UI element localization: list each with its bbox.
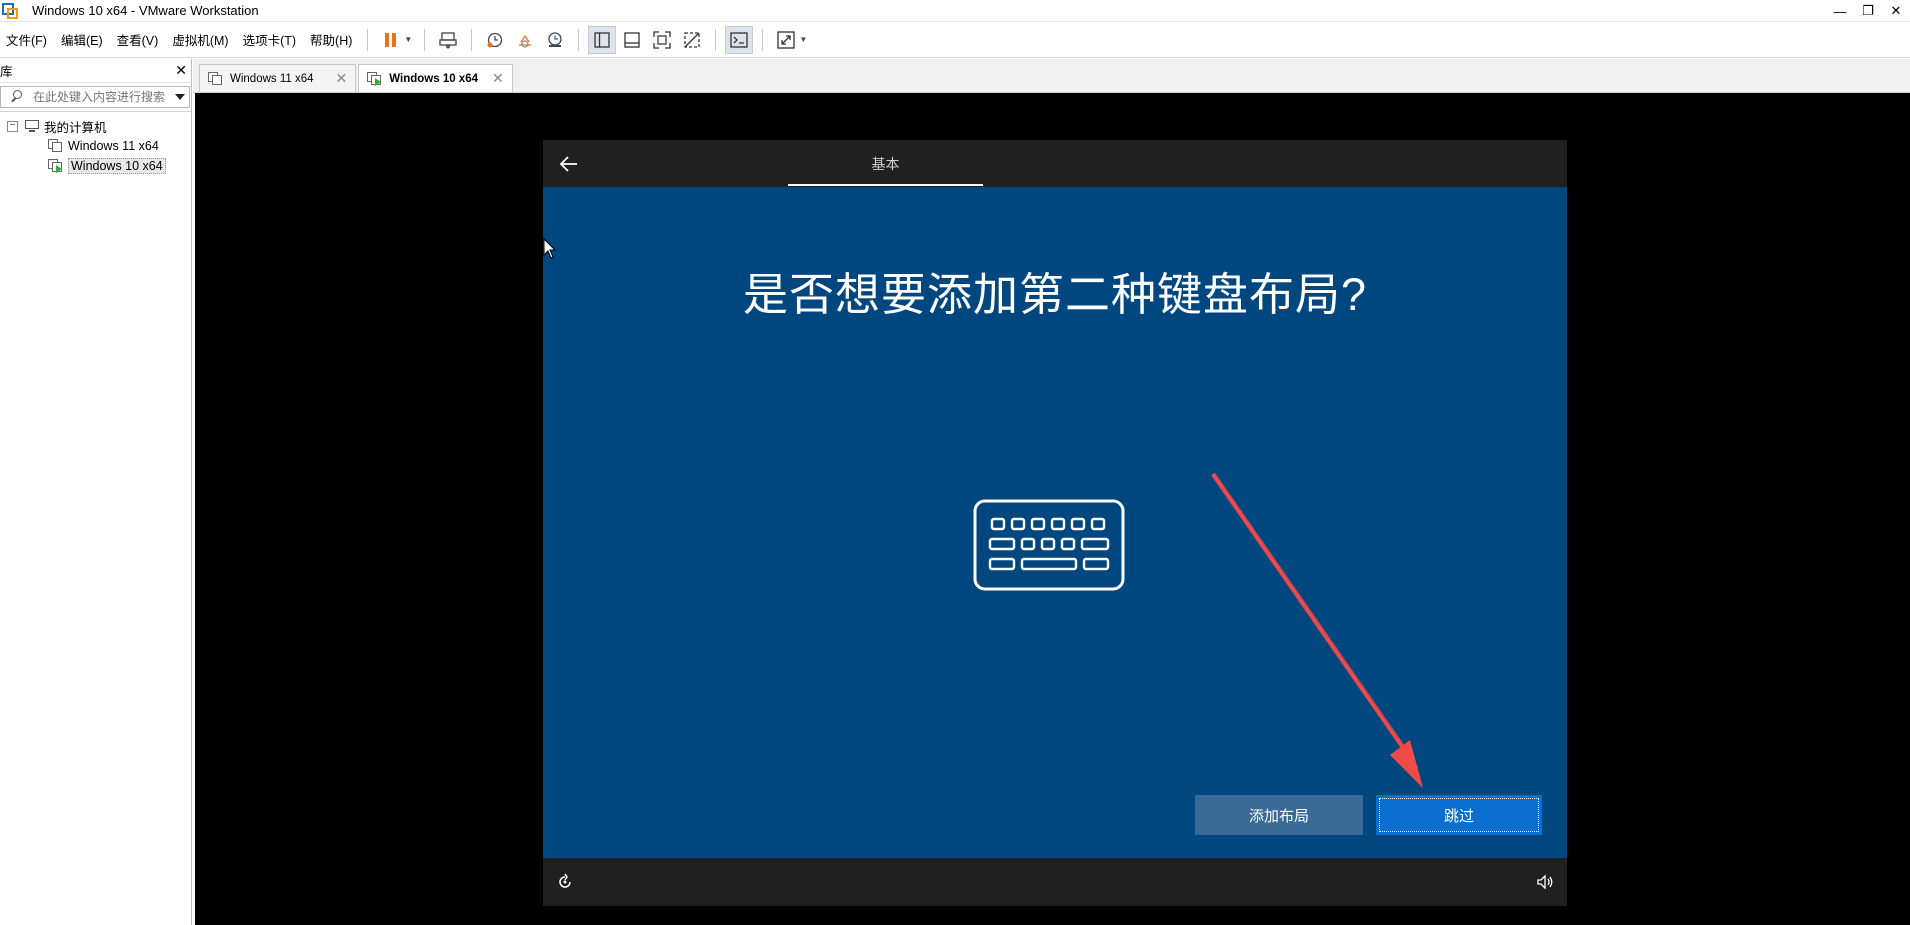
library-header: 库 ✕ bbox=[0, 59, 191, 83]
full-screen-button[interactable] bbox=[648, 26, 676, 54]
add-layout-button[interactable]: 添加布局 bbox=[1195, 795, 1363, 835]
library-panel: 库 ✕ − 我的计算机 Windows 11 x64 Windows 10 x6… bbox=[0, 59, 192, 925]
tree-item-windows-10[interactable]: Windows 10 x64 bbox=[0, 156, 191, 176]
thumbnail-bar-button[interactable] bbox=[618, 26, 646, 54]
vm-running-icon bbox=[367, 71, 383, 86]
library-search-input[interactable] bbox=[33, 90, 173, 104]
maximize-button[interactable]: ❐ bbox=[1854, 0, 1882, 22]
unity-button[interactable] bbox=[678, 26, 706, 54]
windows-setup-screen: 基本 是否想要添加第二种键盘布局? 添加布局 跳过 bbox=[543, 140, 1567, 906]
tree-item-label: 我的计算机 bbox=[44, 120, 107, 135]
stretch-button[interactable] bbox=[772, 26, 800, 54]
send-ctrl-alt-del-button[interactable] bbox=[434, 26, 462, 54]
menu-view[interactable]: 查看(V) bbox=[110, 22, 166, 58]
stretch-icon bbox=[777, 30, 795, 49]
library-title: 库 bbox=[0, 65, 13, 79]
computer-icon bbox=[24, 119, 40, 133]
take-snapshot-button[interactable] bbox=[481, 26, 509, 54]
setup-heading: 是否想要添加第二种键盘布局? bbox=[742, 269, 1368, 320]
snapshot-icon bbox=[487, 32, 503, 47]
minimize-button[interactable]: — bbox=[1826, 0, 1854, 22]
thumbnail-bar-icon bbox=[624, 31, 640, 48]
menu-file[interactable]: 文件(F) bbox=[0, 22, 54, 58]
pause-dropdown-caret[interactable]: ▼ bbox=[404, 35, 412, 44]
toolbar-separator bbox=[578, 28, 580, 51]
mouse-cursor-icon bbox=[543, 238, 557, 259]
library-tree: − 我的计算机 Windows 11 x64 Windows 10 x64 bbox=[0, 111, 191, 176]
setup-top-bar: 基本 bbox=[543, 140, 1567, 187]
vm-icon bbox=[48, 139, 64, 153]
tree-item-label: Windows 10 x64 bbox=[68, 158, 166, 174]
show-library-button[interactable] bbox=[588, 25, 617, 54]
menu-vm[interactable]: 虚拟机(M) bbox=[165, 22, 235, 58]
collapse-icon[interactable]: − bbox=[7, 120, 18, 132]
full-screen-icon bbox=[653, 30, 671, 49]
search-icon bbox=[9, 89, 25, 105]
pause-button[interactable] bbox=[377, 26, 405, 54]
tab-label: Windows 10 x64 bbox=[389, 72, 478, 85]
vm-icon bbox=[208, 71, 224, 86]
toolbar-separator bbox=[471, 28, 473, 51]
tab-close-icon[interactable]: ✕ bbox=[336, 70, 348, 87]
tab-windows-11[interactable]: Windows 11 x64 ✕ bbox=[199, 64, 357, 92]
vm-running-icon bbox=[48, 159, 64, 173]
library-search bbox=[0, 86, 190, 108]
volume-icon[interactable] bbox=[1535, 872, 1555, 892]
snapshot-manager-button[interactable] bbox=[541, 26, 569, 54]
back-arrow-icon[interactable] bbox=[557, 152, 581, 176]
pause-icon bbox=[385, 32, 397, 47]
title-bar: Windows 10 x64 - VMware Workstation — ❐ … bbox=[0, 0, 1910, 22]
show-library-icon bbox=[594, 31, 610, 48]
toolbar-separator bbox=[367, 28, 369, 51]
search-dropdown-caret[interactable] bbox=[175, 94, 185, 100]
vm-tab-bar: Windows 11 x64 ✕ Windows 10 x64 ✕ bbox=[193, 59, 1910, 93]
tree-item-my-computer[interactable]: − 我的计算机 bbox=[0, 116, 191, 136]
accessibility-icon[interactable] bbox=[555, 872, 575, 892]
section-underline bbox=[788, 184, 983, 186]
skip-button[interactable]: 跳过 bbox=[1376, 795, 1542, 835]
tree-item-windows-11[interactable]: Windows 11 x64 bbox=[0, 136, 191, 156]
close-button[interactable]: ✕ bbox=[1882, 0, 1910, 22]
window-controls: — ❐ ✕ bbox=[1826, 0, 1910, 22]
menu-edit[interactable]: 编辑(E) bbox=[54, 22, 110, 58]
menu-toolbar: 文件(F) 编辑(E) 查看(V) 虚拟机(M) 选项卡(T) 帮助(H) ▼ … bbox=[0, 22, 1910, 58]
vmware-logo-icon bbox=[2, 2, 18, 19]
send-ctrl-alt-del-icon bbox=[439, 31, 457, 49]
tab-windows-10[interactable]: Windows 10 x64 ✕ bbox=[358, 64, 513, 92]
stretch-dropdown-caret[interactable]: ▼ bbox=[799, 35, 807, 44]
tab-close-icon[interactable]: ✕ bbox=[492, 70, 504, 87]
setup-bottom-bar bbox=[543, 858, 1567, 906]
menu-tabs[interactable]: 选项卡(T) bbox=[236, 22, 303, 58]
console-view-icon bbox=[730, 31, 748, 48]
menu-help[interactable]: 帮助(H) bbox=[303, 22, 359, 58]
keyboard-icon bbox=[973, 499, 1125, 591]
setup-section-title: 基本 bbox=[871, 155, 900, 172]
library-close-icon[interactable]: ✕ bbox=[175, 62, 187, 79]
toolbar-separator bbox=[762, 28, 764, 51]
revert-snapshot-icon bbox=[519, 34, 532, 48]
unity-icon bbox=[684, 31, 700, 48]
tree-item-label: Windows 11 x64 bbox=[68, 139, 159, 153]
snapshot-manager-icon bbox=[548, 31, 562, 47]
toolbar-separator bbox=[715, 28, 717, 51]
revert-snapshot-button[interactable] bbox=[511, 26, 539, 54]
toolbar-separator bbox=[424, 28, 426, 51]
console-view-button[interactable] bbox=[725, 25, 754, 54]
window-title: Windows 10 x64 - VMware Workstation bbox=[32, 3, 259, 18]
tab-label: Windows 11 x64 bbox=[230, 72, 314, 85]
